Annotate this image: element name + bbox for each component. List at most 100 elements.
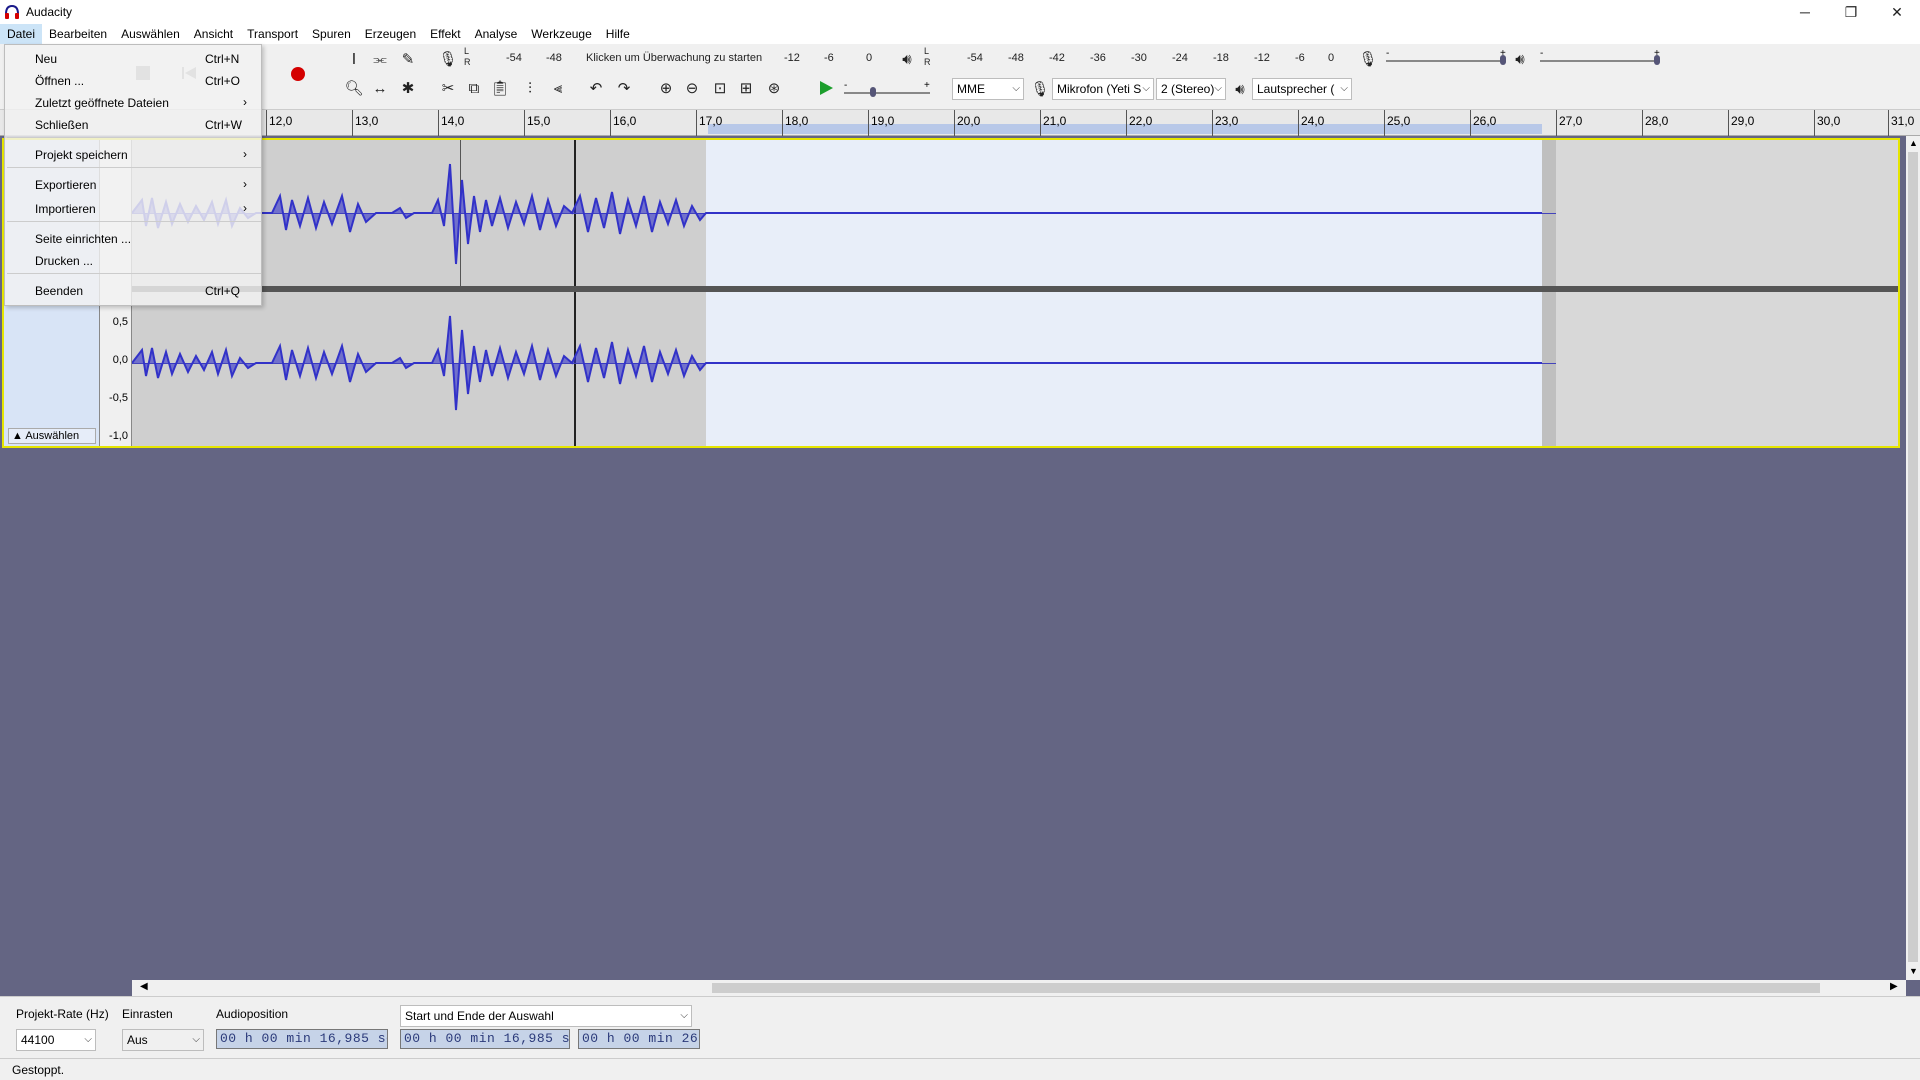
input-device-select[interactable]: Mikrofon (Yeti S ⌵ [1052,78,1154,100]
menu-item-schliessen[interactable]: Schließen Ctrl+W [5,115,263,135]
scroll-right-icon[interactable]: ▶ [1890,981,1898,992]
selection-start-field[interactable]: 00 h 00 min 16,985 sec [400,1029,570,1049]
multi-tool-icon[interactable]: ✱ [396,76,420,100]
status-text: Gestoppt. [12,1063,65,1077]
chevron-down-icon: ⌵ [192,1034,200,1045]
record-meter[interactable]: L R -54 -48 Klicken um Überwachung zu st… [462,46,882,68]
audio-position-field[interactable]: 00 h 00 min 16,985 sec [216,1029,388,1049]
playback-volume-icon: 🔊︎ [1515,50,1525,68]
audacity-logo-icon [4,4,20,20]
menu-item-speichern[interactable]: Projekt speichern › [5,145,263,165]
selection-toolbar: Projekt-Rate (Hz) 44100 ⌵ Einrasten Aus ⌵ … [0,996,1920,1058]
menu-item-exportieren[interactable]: Exportieren › [5,175,263,195]
cut-icon[interactable]: ✂ [436,76,460,100]
menu-hilfe[interactable]: Hilfe [599,24,637,44]
trim-icon[interactable]: ⫶ [518,76,542,100]
menu-bar: Datei Bearbeiten Auswählen Ansicht Trans… [0,24,1920,44]
track-select-button[interactable]: ▲ Auswählen [8,428,96,444]
zoom-in-icon[interactable]: ⊕ [654,76,678,100]
copy-icon[interactable]: ⧉ [462,76,486,100]
menu-spuren[interactable]: Spuren [305,24,358,44]
recording-volume-icon: 🎙︎ [1358,51,1378,68]
fit-project-icon[interactable]: ⊞ [734,76,758,100]
scroll-up-icon[interactable]: ▲ [1909,138,1918,148]
draw-tool-icon[interactable]: ✎ [396,47,420,71]
menu-item-beenden[interactable]: Beenden Ctrl+Q [5,281,263,301]
track-area[interactable]: ▲ Auswählen 0,5 0,0 -0,5 -1,0 [0,136,1906,980]
play-at-speed-icon[interactable] [814,76,838,100]
input-device-icon: 🎙︎ [1030,81,1050,98]
minimize-button[interactable]: ─ [1782,0,1828,24]
menu-erzeugen[interactable]: Erzeugen [358,24,423,44]
recording-volume-slider[interactable] [1386,60,1506,62]
playback-volume-slider[interactable] [1540,60,1660,62]
snap-select[interactable]: Aus ⌵ [122,1029,204,1051]
menu-analyse[interactable]: Analyse [468,24,525,44]
menu-datei[interactable]: Datei [0,24,43,44]
menu-item-oeffnen[interactable]: Öffnen ... Ctrl+O [5,71,263,91]
fit-selection-icon[interactable]: ⊡ [708,76,732,100]
title-bar: Audacity ─ ❐ ✕ [0,0,1920,24]
zoom-out-icon[interactable]: ⊖ [680,76,704,100]
chevron-down-icon: ⌵ [84,1034,92,1045]
envelope-tool-icon[interactable]: ⫘ [368,47,392,71]
menu-ansicht[interactable]: Ansicht [187,24,240,44]
horizontal-scroll-thumb[interactable] [712,983,1820,993]
paste-icon[interactable]: 📋︎ [488,76,512,100]
menu-transport[interactable]: Transport [240,24,305,44]
zoom-tool-icon[interactable]: 🔍︎ [342,76,366,100]
recording-volume-thumb[interactable] [1500,55,1506,65]
chevron-right-icon: › [243,95,247,109]
menu-item-importieren[interactable]: Importieren › [5,199,263,219]
record-button[interactable] [284,60,312,88]
waveform-right [132,315,1542,411]
vertical-scrollbar[interactable]: ▲ ▼ [1906,136,1920,980]
chevron-down-icon: ⌵ [1012,83,1020,94]
channels-select[interactable]: 2 (Stereo) ⌵ [1156,78,1226,100]
right-channel[interactable] [132,292,1898,446]
selection-mode-select[interactable]: Start und Ende der Auswahl ⌵ [400,1005,692,1027]
menu-item-neu[interactable]: Neu Ctrl+N [5,49,263,69]
playback-volume-thumb[interactable] [1654,55,1660,65]
silence-icon[interactable]: ⫷ [546,76,570,100]
microphone-icon[interactable]: 🎙︎ [436,47,460,71]
menu-bearbeiten[interactable]: Bearbeiten [42,24,114,44]
undo-icon[interactable]: ↶ [584,76,608,100]
waveform-left [132,163,1542,265]
menu-auswaehlen[interactable]: Auswählen [114,24,187,44]
audio-host-select[interactable]: MME ⌵ [952,78,1024,100]
chevron-right-icon: › [243,177,247,191]
vertical-scroll-thumb[interactable] [1908,152,1918,962]
menu-item-seite-einrichten[interactable]: Seite einrichten ... [5,229,263,249]
status-bar: Gestoppt. [0,1058,1920,1080]
play-speed-thumb[interactable] [870,87,876,97]
maximize-button[interactable]: ❐ [1828,0,1874,24]
project-rate-select[interactable]: 44100 ⌵ [16,1029,96,1051]
menu-item-zuletzt[interactable]: Zuletzt geöffnete Dateien › [5,93,263,113]
scroll-left-icon[interactable]: ◀ [140,981,148,992]
close-button[interactable]: ✕ [1874,0,1920,24]
collapse-icon: ▲ [12,430,23,442]
speaker-icon[interactable]: 🔊︎ [895,47,919,71]
chevron-right-icon: › [243,147,247,161]
horizontal-scrollbar[interactable]: ◀ ▶ [132,980,1906,996]
playback-meter[interactable]: L R -54 -48 -42 -36 -30 -24 -18 -12 -6 0 [922,46,1342,68]
output-device-select[interactable]: Lautsprecher (⌵ [1252,78,1352,100]
window-title: Audacity [26,5,73,19]
scroll-down-icon[interactable]: ▼ [1909,966,1918,976]
zoom-toggle-icon[interactable]: ⊛ [762,76,786,100]
output-device-icon: 🔊︎ [1235,80,1245,98]
chevron-right-icon: › [243,201,247,215]
menu-effekt[interactable]: Effekt [423,24,467,44]
timeline-ruler[interactable]: 12,0 13,0 14,0 15,0 16,0 17,0 18,0 19,0 … [0,110,1920,136]
left-channel[interactable] [132,140,1898,286]
selection-end-field[interactable]: 00 h 00 min 26,72 [578,1029,700,1049]
monitor-prompt[interactable]: Klicken um Überwachung zu starten [586,52,762,64]
menu-item-drucken[interactable]: Drucken ... [5,251,263,271]
menu-werkzeuge[interactable]: Werkzeuge [524,24,598,44]
selection-tool-icon[interactable]: Ⅰ [342,47,366,71]
chevron-down-icon: ⌵ [680,1010,688,1021]
play-speed-slider[interactable] [844,92,930,94]
redo-icon[interactable]: ↷ [612,76,636,100]
timeshift-tool-icon[interactable]: ↔ [368,76,392,100]
